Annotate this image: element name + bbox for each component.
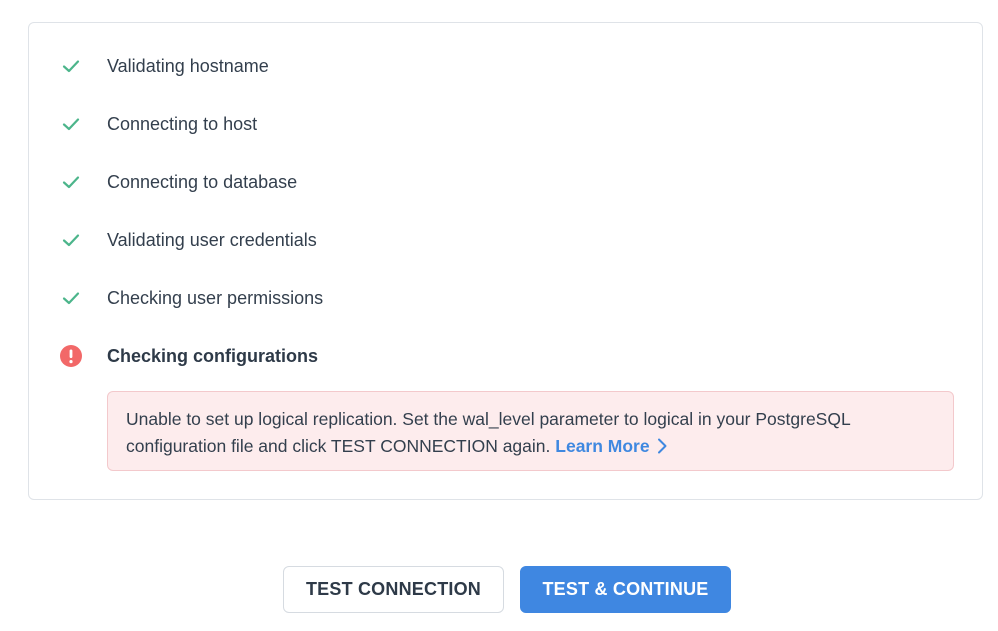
check-icon: [59, 54, 83, 78]
step-checking-configurations: Checking configurations: [59, 343, 318, 369]
step-label: Connecting to host: [107, 113, 258, 134]
step-validating-hostname: Validating hostname: [59, 53, 269, 79]
step-label: Connecting to database: [107, 171, 298, 192]
step-label: Checking user permissions: [107, 287, 324, 308]
step-connecting-to-database: Connecting to database: [59, 169, 297, 195]
connection-test-panel: Validating hostname Connecting to host C…: [28, 22, 983, 500]
step-label: Validating hostname: [107, 55, 269, 76]
learn-more-label: Learn More: [555, 436, 650, 456]
step-checking-user-permissions: Checking user permissions: [59, 285, 323, 311]
error-icon: [59, 344, 83, 368]
test-connection-button[interactable]: TEST CONNECTION: [283, 566, 504, 613]
test-and-continue-button[interactable]: TEST & CONTINUE: [520, 566, 731, 613]
check-icon: [59, 170, 83, 194]
step-validating-user-credentials: Validating user credentials: [59, 227, 317, 253]
step-label: Checking configurations: [107, 345, 319, 366]
chevron-right-icon: [657, 438, 667, 454]
step-connecting-to-host: Connecting to host: [59, 111, 257, 137]
check-icon: [59, 228, 83, 252]
error-alert: Unable to set up logical replication. Se…: [107, 391, 954, 471]
check-icon: [59, 112, 83, 136]
check-icon: [59, 286, 83, 310]
learn-more-link[interactable]: Learn More: [555, 436, 667, 456]
step-label: Validating user credentials: [107, 229, 317, 250]
error-message: Unable to set up logical replication. Se…: [126, 409, 851, 456]
